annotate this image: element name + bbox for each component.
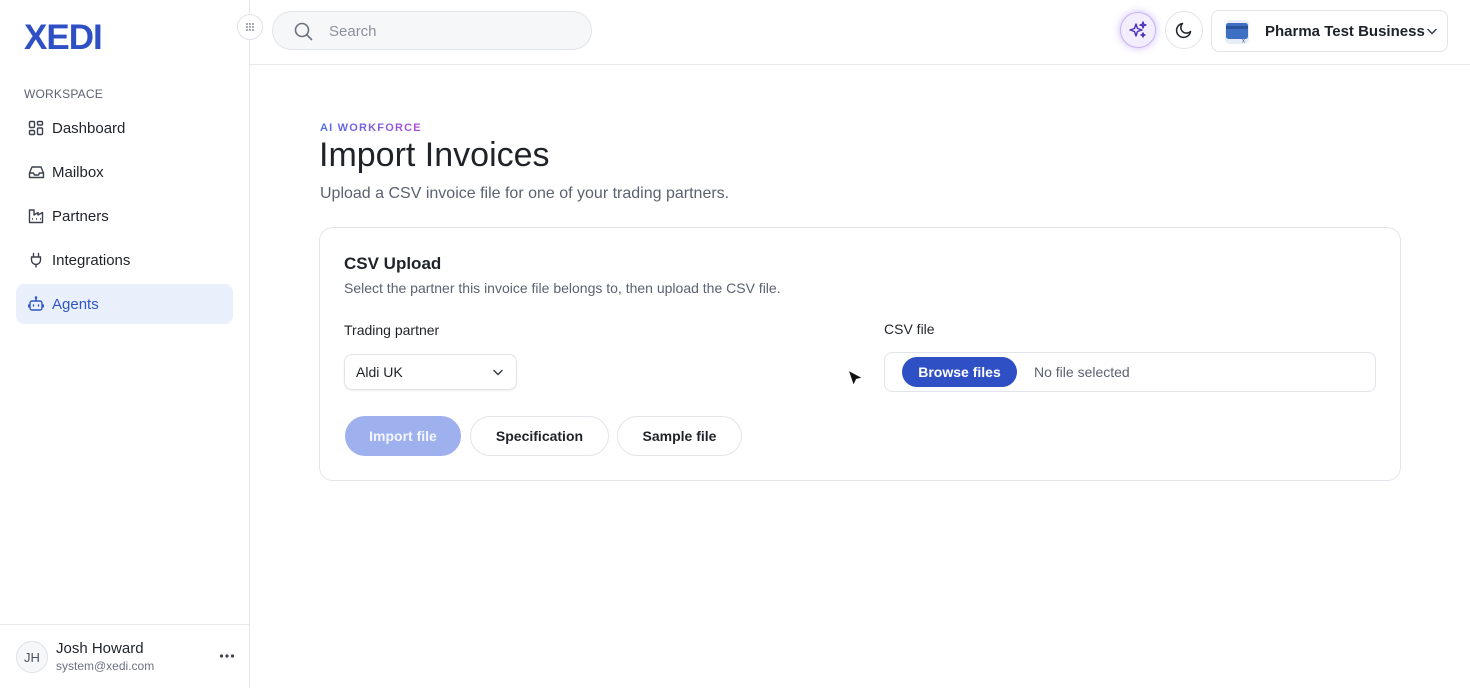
- sidebar-item-label: Partners: [52, 207, 109, 225]
- sidebar: XEDI WORKSPACE Dashboard Mailbox Partner…: [0, 0, 250, 688]
- sidebar-item-agents[interactable]: Agents: [16, 284, 233, 324]
- chevron-down-icon: [491, 365, 505, 384]
- top-header: x Pharma Test Business: [250, 0, 1470, 65]
- sparkles-icon: [1129, 21, 1147, 38]
- theme-toggle-button[interactable]: [1165, 11, 1203, 49]
- business-name: Pharma Test Business: [1265, 23, 1425, 40]
- sidebar-item-label: Dashboard: [52, 119, 126, 137]
- ai-assistant-button[interactable]: [1120, 12, 1156, 48]
- sidebar-item-label: Integrations: [52, 251, 131, 269]
- dashboard-icon: [27, 119, 45, 137]
- card-description: Select the partner this invoice file bel…: [344, 280, 781, 296]
- sidebar-item-integrations[interactable]: Integrations: [16, 240, 233, 280]
- user-profile[interactable]: JH Josh Howard system@xedi.com: [0, 624, 249, 688]
- page-title: Import Invoices: [319, 136, 550, 174]
- search-bar[interactable]: [272, 11, 592, 50]
- mouse-cursor-icon: [846, 368, 866, 395]
- business-switcher[interactable]: x Pharma Test Business: [1211, 10, 1448, 52]
- app: XEDI WORKSPACE Dashboard Mailbox Partner…: [0, 0, 1470, 688]
- sidebar-item-label: Agents: [52, 295, 99, 313]
- sample-file-button[interactable]: Sample file: [617, 416, 742, 456]
- page-subtitle: Upload a CSV invoice file for one of you…: [320, 185, 730, 202]
- sidebar-item-mailbox[interactable]: Mailbox: [16, 152, 233, 192]
- page-eyebrow: AI WORKFORCE: [320, 122, 422, 134]
- moon-icon: [1175, 22, 1192, 39]
- sidebar-nav: Dashboard Mailbox Partners Integrations …: [16, 108, 233, 328]
- csv-file-input[interactable]: Browse files No file selected: [884, 352, 1376, 392]
- sidebar-item-dashboard[interactable]: Dashboard: [16, 108, 233, 148]
- workspace-section-label: WORKSPACE: [24, 87, 103, 101]
- grip-icon: [246, 23, 254, 31]
- user-name: Josh Howard: [56, 640, 144, 657]
- trading-partner-label: Trading partner: [344, 322, 440, 338]
- card-title: CSV Upload: [344, 254, 442, 273]
- plug-icon: [27, 251, 45, 269]
- partners-icon: [27, 207, 45, 225]
- trading-partner-select[interactable]: Aldi UK: [344, 354, 517, 390]
- search-icon: [294, 22, 313, 46]
- sidebar-collapse-button[interactable]: [237, 14, 263, 40]
- csv-file-label: CSV file: [884, 321, 935, 337]
- file-status: No file selected: [1034, 364, 1130, 380]
- sidebar-item-label: Mailbox: [52, 163, 104, 181]
- more-options-icon[interactable]: [218, 647, 236, 665]
- search-input[interactable]: [329, 21, 569, 41]
- xedi-logo[interactable]: XEDI: [24, 20, 110, 54]
- user-email: system@xedi.com: [56, 659, 155, 673]
- import-file-button[interactable]: Import file: [345, 416, 461, 456]
- sidebar-item-partners[interactable]: Partners: [16, 196, 233, 236]
- inbox-icon: [27, 163, 45, 181]
- business-icon: x: [1225, 20, 1249, 49]
- robot-icon: [27, 295, 45, 313]
- svg-text:x: x: [1242, 39, 1245, 45]
- chevron-down-icon: [1425, 24, 1439, 43]
- logo-text: XEDI: [24, 20, 102, 54]
- selected-partner: Aldi UK: [356, 364, 403, 380]
- browse-files-button[interactable]: Browse files: [902, 357, 1017, 387]
- csv-upload-card: CSV Upload Select the partner this invoi…: [319, 227, 1401, 481]
- specification-button[interactable]: Specification: [470, 416, 609, 456]
- avatar: JH: [16, 641, 48, 673]
